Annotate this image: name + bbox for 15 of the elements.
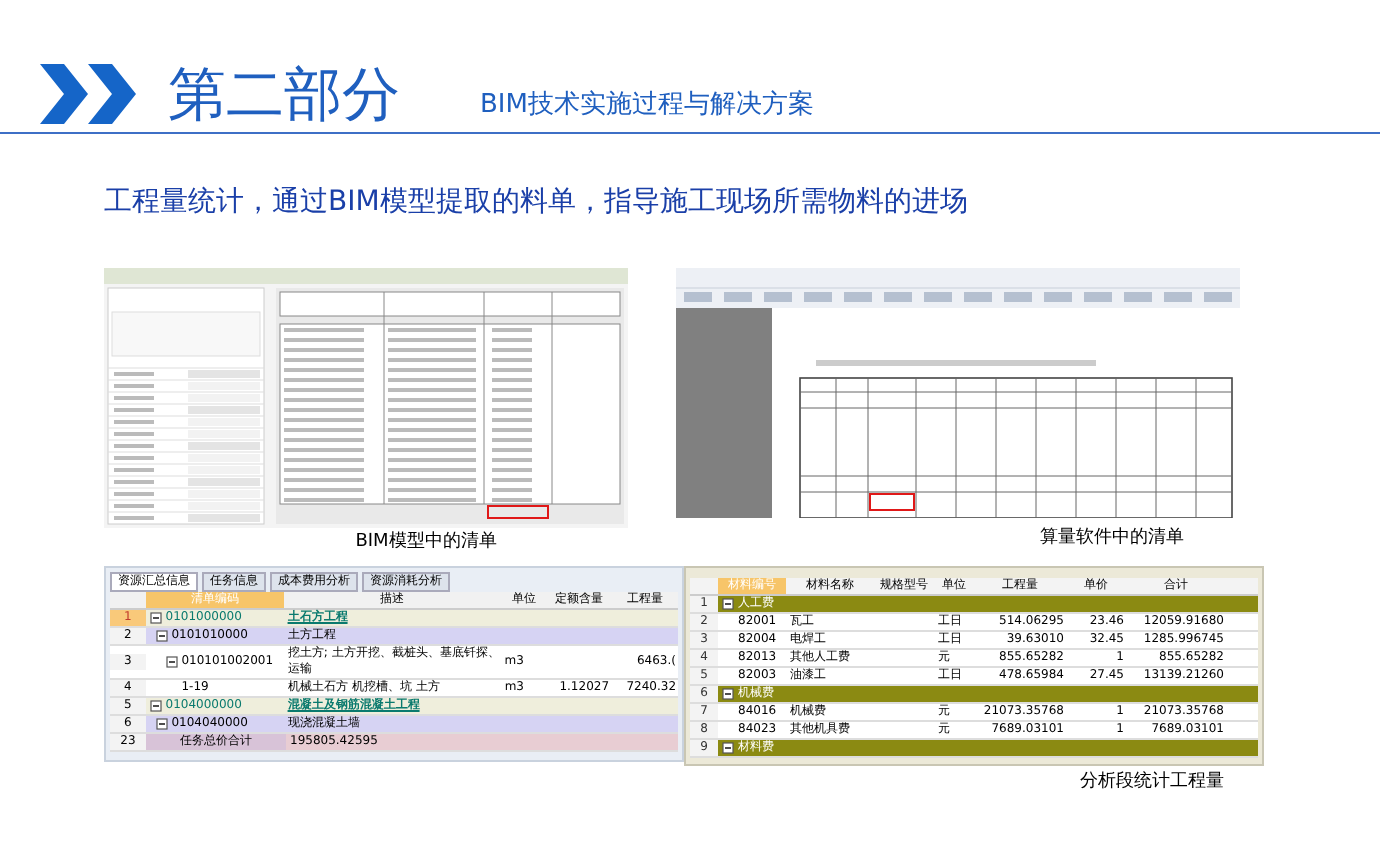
double-chevron-icon [40,64,140,124]
figure-caption: 算量软件中的清单 [1040,526,1184,552]
collapse-icon[interactable] [722,597,734,609]
collapse-icon[interactable] [155,629,168,641]
collapse-icon[interactable] [149,611,162,623]
collapse-icon[interactable] [722,687,734,699]
collapse-icon[interactable] [155,717,168,729]
figure-caption: 分析段统计工程量 [1080,769,1224,795]
collapse-icon[interactable] [722,741,734,753]
figure-caption: BIM模型中的清单 [355,530,497,556]
slide-title: 第二部分 [168,60,400,128]
lead-text: 工程量统计，通过BIM模型提取的料单，指导施工现场所需物料的进场 [104,184,970,222]
slide-subtitle: BIM技术实施过程与解决方案 [480,87,814,123]
collapse-icon[interactable] [165,655,178,667]
collapse-icon[interactable] [149,699,162,711]
